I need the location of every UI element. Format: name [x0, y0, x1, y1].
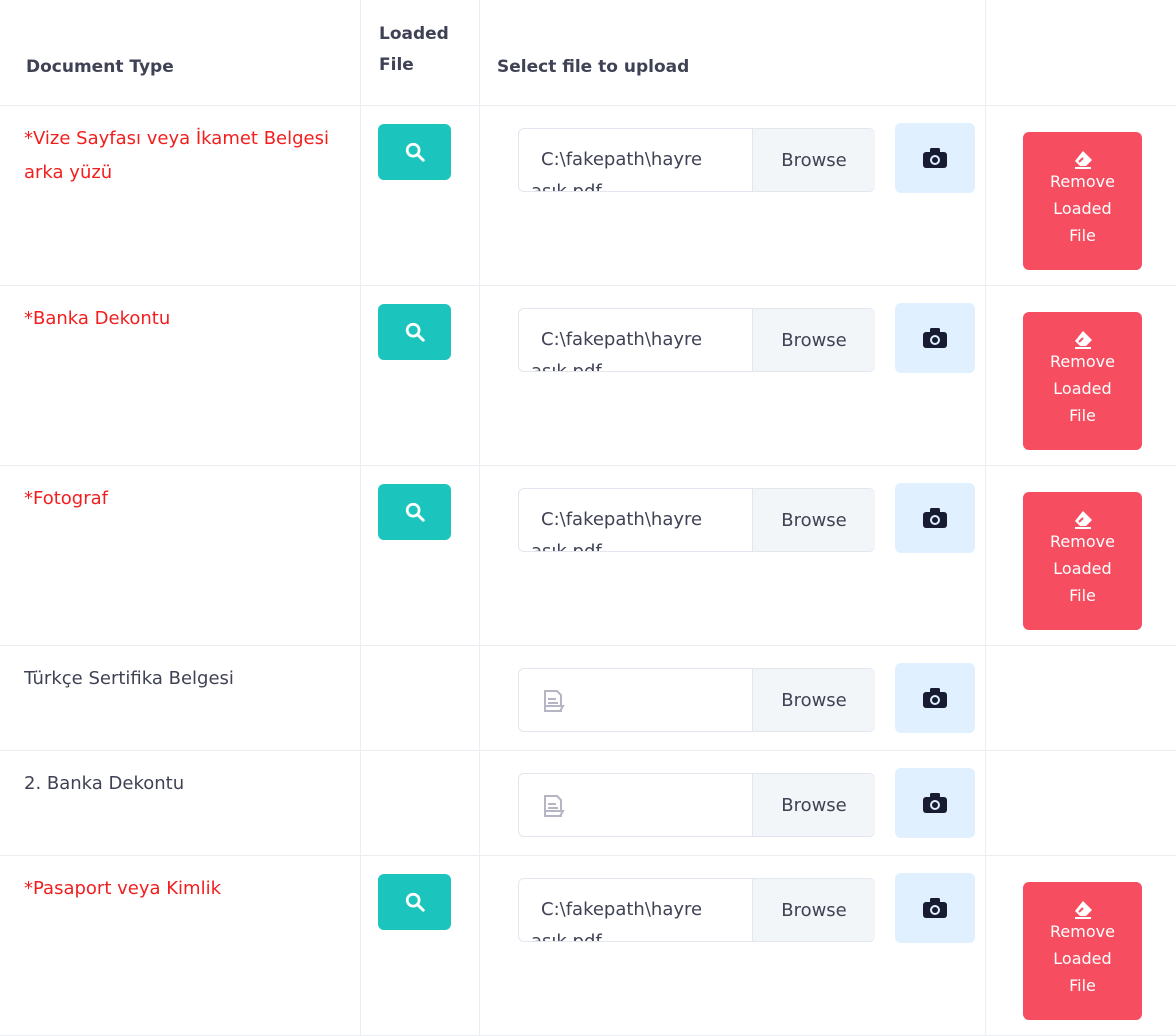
file-input-group[interactable]: C:\fakepath\hayre aşık.pdfBrowse [518, 878, 875, 942]
camera-button[interactable] [895, 768, 975, 838]
file-path: C:\fakepath\hayre [541, 329, 703, 350]
row-divider [0, 105, 1176, 106]
file-input-group[interactable]: C:\fakepath\hayre aşık.pdfBrowse [518, 488, 875, 552]
camera-button[interactable] [895, 123, 975, 193]
row-divider [0, 465, 1176, 466]
remove-button-label: Remove Loaded File [1050, 172, 1115, 245]
view-loaded-file-button[interactable] [378, 484, 451, 540]
row-divider [0, 750, 1176, 751]
view-loaded-file-button[interactable] [378, 304, 451, 360]
file-input[interactable]: C:\fakepath\hayre aşık.pdf [519, 879, 752, 941]
remove-button-label: Remove Loaded File [1050, 922, 1115, 995]
file-name: aşık.pdf [531, 926, 752, 941]
remove-loaded-file-button[interactable]: Remove Loaded File [1023, 132, 1142, 270]
row-divider [0, 645, 1176, 646]
file-name: aşık.pdf [531, 176, 752, 191]
file-input-group[interactable]: Browse [518, 773, 875, 837]
remove-button-label: Remove Loaded File [1050, 532, 1115, 605]
view-loaded-file-button[interactable] [378, 874, 451, 930]
browse-button[interactable]: Browse [752, 774, 875, 836]
eraser-icon [1023, 510, 1142, 530]
camera-icon [921, 896, 949, 920]
file-path: C:\fakepath\hayre [541, 149, 703, 170]
browse-button[interactable]: Browse [752, 489, 875, 551]
camera-button[interactable] [895, 663, 975, 733]
browse-button[interactable]: Browse [752, 129, 875, 191]
camera-button[interactable] [895, 483, 975, 553]
file-input[interactable]: C:\fakepath\hayre aşık.pdf [519, 129, 752, 191]
document-type-label: 2. Banka Dekontu [24, 773, 185, 794]
camera-button[interactable] [895, 303, 975, 373]
camera-icon [921, 146, 949, 170]
browse-button[interactable]: Browse [752, 309, 875, 371]
remove-button-label: Remove Loaded File [1050, 352, 1115, 425]
camera-icon [921, 791, 949, 815]
document-type-label: Türkçe Sertifika Belgesi [24, 668, 234, 689]
document-type-label: *Vize Sayfası veya İkamet Belgesi arka y… [24, 128, 330, 183]
remove-loaded-file-button[interactable]: Remove Loaded File [1023, 882, 1142, 1020]
document-type-label: *Banka Dekontu [24, 308, 171, 329]
row-divider [0, 285, 1176, 286]
header-select-file: Select file to upload [497, 57, 690, 77]
remove-loaded-file-button[interactable]: Remove Loaded File [1023, 312, 1142, 450]
file-icon [541, 688, 567, 718]
file-path: C:\fakepath\hayre [541, 899, 703, 920]
camera-icon [921, 326, 949, 350]
file-input[interactable]: C:\fakepath\hayre aşık.pdf [519, 489, 752, 551]
document-type-label: *Pasaport veya Kimlik [24, 878, 221, 899]
file-input-group[interactable]: C:\fakepath\hayre aşık.pdfBrowse [518, 128, 875, 192]
column-divider [985, 0, 986, 1036]
file-name: aşık.pdf [531, 356, 752, 371]
browse-button[interactable]: Browse [752, 879, 875, 941]
file-input-group[interactable]: C:\fakepath\hayre aşık.pdfBrowse [518, 308, 875, 372]
column-divider [360, 0, 361, 1036]
camera-button[interactable] [895, 873, 975, 943]
eraser-icon [1023, 330, 1142, 350]
search-icon [404, 501, 426, 523]
document-upload-table: Document Type Loaded File Select file to… [0, 0, 1176, 1036]
eraser-icon [1023, 900, 1142, 920]
column-divider [479, 0, 480, 1036]
file-icon [541, 793, 567, 823]
header-loaded-file: Loaded File [379, 24, 449, 75]
search-icon [404, 891, 426, 913]
eraser-icon [1023, 150, 1142, 170]
camera-icon [921, 686, 949, 710]
file-input[interactable]: C:\fakepath\hayre aşık.pdf [519, 309, 752, 371]
file-name: aşık.pdf [531, 536, 752, 551]
file-input-group[interactable]: Browse [518, 668, 875, 732]
camera-icon [921, 506, 949, 530]
browse-button[interactable]: Browse [752, 669, 875, 731]
search-icon [404, 321, 426, 343]
row-divider [0, 855, 1176, 856]
header-document-type: Document Type [26, 57, 174, 77]
view-loaded-file-button[interactable] [378, 124, 451, 180]
remove-loaded-file-button[interactable]: Remove Loaded File [1023, 492, 1142, 630]
file-path: C:\fakepath\hayre [541, 509, 703, 530]
search-icon [404, 141, 426, 163]
document-type-label: *Fotograf [24, 488, 108, 509]
